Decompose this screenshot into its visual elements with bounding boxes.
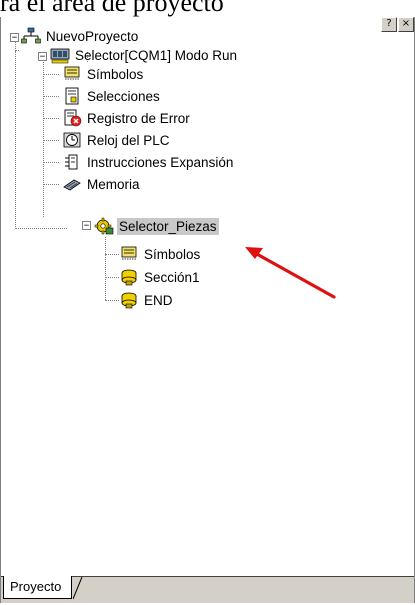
section-icon (121, 269, 137, 286)
tree-node-memoria[interactable]: Memoria (62, 174, 142, 194)
tree-node-instrucciones[interactable]: Instrucciones Expansión (62, 152, 235, 172)
tree-node-label: Memoria (87, 176, 140, 192)
collapse-root-toggle[interactable]: − (10, 33, 19, 43)
memory-icon (63, 179, 81, 191)
error-log-icon (64, 109, 82, 127)
section-icon (121, 292, 137, 309)
tree-node-label: Registro de Error (87, 110, 190, 126)
tree-node-label: Símbolos (144, 246, 201, 262)
tree-node-reloj[interactable]: Reloj del PLC (62, 130, 172, 150)
network-icon (21, 27, 41, 44)
tree-node-label: Reloj del PLC (87, 132, 170, 148)
tree-node-simbolos[interactable]: Símbolos (62, 64, 145, 84)
tree-node-label: Selecciones (87, 88, 160, 104)
symbols-icon (64, 66, 80, 80)
symbols-icon (121, 246, 137, 260)
project-panel: ? × − − − NuevoProyecto Selector[CQM1] M… (0, 17, 415, 603)
tree-node-seccion1[interactable]: Sección1 (119, 267, 202, 287)
tree-node-registro-error[interactable]: Registro de Error (62, 108, 192, 128)
expansion-icon (65, 154, 78, 170)
tree-node-label: Selector[CQM1] Modo Run (75, 47, 238, 63)
tree-node-prog-simbolos[interactable]: Símbolos (119, 244, 202, 264)
program-gear-icon (94, 217, 114, 235)
project-tree: − − − NuevoProyecto Selector[CQM1] Modo … (1, 17, 414, 577)
tree-node-plc[interactable]: Selector[CQM1] Modo Run (50, 45, 239, 65)
tree-node-end[interactable]: END (119, 290, 175, 310)
tree-node-selecciones[interactable]: Selecciones (62, 86, 162, 106)
tab-proyecto[interactable]: Proyecto (3, 576, 73, 599)
tree-node-label: NuevoProyecto (46, 28, 139, 44)
tree-node-label: Sección1 (144, 269, 200, 285)
collapse-program-toggle[interactable]: − (82, 221, 91, 231)
plc-icon (50, 48, 70, 64)
page-caption-text: ra el área de proyecto (0, 0, 224, 17)
tree-node-label: Símbolos (87, 66, 144, 82)
red-arrow-annotation (245, 247, 336, 299)
tab-bar: Proyecto (1, 576, 414, 603)
tree-node-label: Selector_Piezas (117, 217, 219, 235)
tab-slant-edge (73, 577, 83, 600)
tree-node-root[interactable]: NuevoProyecto (21, 26, 140, 46)
tree-node-label: END (144, 292, 173, 308)
tree-node-program[interactable]: Selector_Piezas (94, 216, 219, 236)
clock-icon (63, 132, 81, 148)
collapse-plc-toggle[interactable]: − (38, 52, 47, 62)
settings-icon (65, 87, 79, 105)
tree-node-label: Instrucciones Expansión (87, 154, 234, 170)
